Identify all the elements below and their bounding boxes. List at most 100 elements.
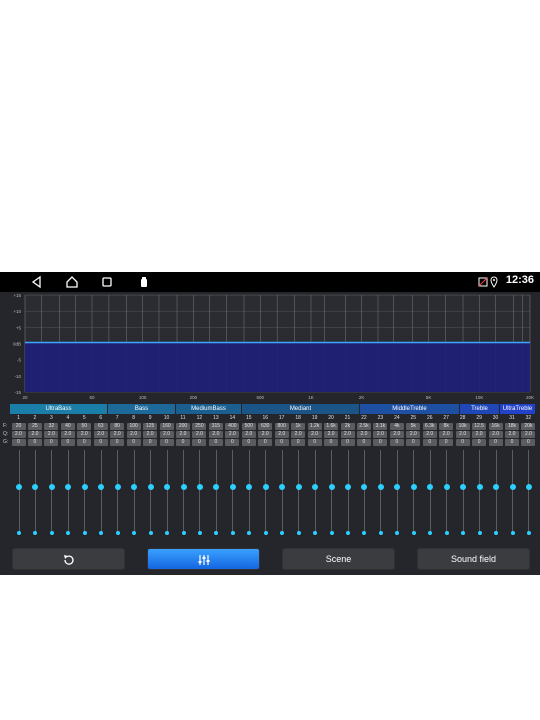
channel-gain[interactable]: 0	[44, 439, 59, 446]
slider-knob[interactable]	[377, 484, 384, 490]
slider-knob[interactable]	[229, 484, 236, 490]
channel-frequency[interactable]: 1.2k	[307, 423, 322, 430]
channel-q[interactable]: 2.0	[208, 431, 223, 438]
channel-frequency[interactable]: 12.5	[472, 423, 487, 430]
channel-frequency[interactable]: 18k	[505, 423, 519, 430]
channel-frequency[interactable]: 5k	[406, 423, 421, 430]
channel-frequency[interactable]: 20	[11, 423, 26, 430]
slider-knob[interactable]	[196, 484, 203, 490]
slider-knob[interactable]	[81, 484, 88, 490]
channel-gain[interactable]: 0	[159, 439, 174, 446]
slider-knob[interactable]	[312, 484, 319, 490]
sound-field-button[interactable]: Sound field	[417, 548, 530, 570]
slider-track[interactable]	[84, 450, 86, 535]
slider-knob[interactable]	[460, 484, 467, 490]
channel-gain[interactable]: 0	[126, 439, 141, 446]
slider-track[interactable]	[67, 450, 69, 535]
slider-track[interactable]	[528, 450, 530, 535]
channel-frequency[interactable]: 500	[241, 423, 256, 430]
slider-track[interactable]	[248, 450, 250, 535]
recent-apps-icon[interactable]	[100, 275, 114, 289]
slider-knob[interactable]	[493, 484, 500, 490]
slider-knob[interactable]	[394, 484, 401, 490]
slider-track[interactable]	[512, 450, 513, 535]
slider-track[interactable]	[117, 450, 119, 535]
channel-gain[interactable]: 0	[389, 439, 404, 446]
channel-gain[interactable]: 0	[176, 439, 190, 446]
channel-gain[interactable]: 0	[472, 439, 487, 446]
channel-q[interactable]: 2.0	[439, 431, 454, 438]
slider-track[interactable]	[495, 450, 497, 535]
channel-q[interactable]: 2.0	[77, 431, 92, 438]
slider-knob[interactable]	[443, 484, 450, 490]
channel-frequency[interactable]: 25	[27, 423, 42, 430]
slider-track[interactable]	[18, 450, 20, 535]
channel-frequency[interactable]: 2.5k	[356, 423, 371, 430]
channel-frequency[interactable]: 100	[126, 423, 141, 430]
channel-gain[interactable]: 0	[11, 439, 26, 446]
channel-gain[interactable]: 0	[455, 439, 470, 446]
back-icon[interactable]	[30, 275, 44, 289]
channel-q[interactable]: 2.0	[356, 431, 371, 438]
channel-gain[interactable]: 0	[373, 439, 388, 446]
channel-gain[interactable]: 0	[93, 439, 108, 446]
channel-q[interactable]: 2.0	[406, 431, 421, 438]
slider-track[interactable]	[281, 450, 283, 535]
channel-q[interactable]: 2.0	[521, 431, 536, 438]
channel-q[interactable]: 2.0	[60, 431, 75, 438]
channel-frequency[interactable]: 50	[77, 423, 92, 430]
slider-knob[interactable]	[295, 484, 302, 490]
channel-frequency[interactable]: 16k	[488, 423, 503, 430]
slider-knob[interactable]	[279, 484, 286, 490]
channel-gain[interactable]: 0	[356, 439, 371, 446]
channel-frequency[interactable]: 800	[274, 423, 289, 430]
scene-button[interactable]: Scene	[282, 548, 395, 570]
channel-q[interactable]: 2.0	[340, 431, 355, 438]
slider-knob[interactable]	[361, 484, 368, 490]
channel-q[interactable]: 2.0	[159, 431, 174, 438]
channel-frequency[interactable]: 4k	[389, 423, 404, 430]
channel-gain[interactable]: 0	[143, 439, 158, 446]
slider-knob[interactable]	[262, 484, 269, 490]
slider-knob[interactable]	[131, 484, 138, 490]
channel-frequency[interactable]: 2k	[340, 423, 355, 430]
channel-frequency[interactable]: 1k	[291, 423, 306, 430]
channel-frequency[interactable]: 80	[110, 423, 125, 430]
slider-knob[interactable]	[525, 484, 532, 490]
slider-track[interactable]	[396, 450, 398, 535]
slider-track[interactable]	[150, 450, 152, 535]
channel-q[interactable]: 2.0	[291, 431, 306, 438]
channel-gain[interactable]: 0	[340, 439, 355, 446]
channel-gain[interactable]: 0	[307, 439, 322, 446]
channel-frequency[interactable]: 6.3k	[422, 423, 437, 430]
channel-gain[interactable]: 0	[406, 439, 421, 446]
channel-q[interactable]: 2.0	[455, 431, 470, 438]
slider-knob[interactable]	[328, 484, 335, 490]
slider-track[interactable]	[232, 450, 234, 535]
slider-track[interactable]	[331, 450, 333, 535]
channel-gain[interactable]: 0	[422, 439, 437, 446]
app-shortcut-icon[interactable]	[137, 275, 151, 289]
slider-knob[interactable]	[213, 484, 220, 490]
slider-knob[interactable]	[16, 484, 22, 490]
slider-track[interactable]	[51, 450, 53, 535]
slider-track[interactable]	[199, 450, 201, 535]
channel-gain[interactable]: 0	[60, 439, 75, 446]
channel-frequency[interactable]: 250	[192, 423, 207, 430]
channel-q[interactable]: 2.0	[176, 431, 190, 438]
slider-knob[interactable]	[32, 484, 39, 490]
slider-track[interactable]	[347, 450, 349, 535]
channel-frequency[interactable]: 20k	[521, 423, 536, 430]
channel-q[interactable]: 2.0	[274, 431, 289, 438]
slider-knob[interactable]	[476, 484, 483, 490]
channel-q[interactable]: 2.0	[389, 431, 404, 438]
channel-q[interactable]: 2.0	[472, 431, 487, 438]
slider-knob[interactable]	[48, 484, 55, 490]
channel-frequency[interactable]: 40	[60, 423, 75, 430]
channel-q[interactable]: 2.0	[225, 431, 240, 438]
channel-gain[interactable]: 0	[505, 439, 519, 446]
channel-frequency[interactable]: 200	[176, 423, 190, 430]
channel-gain[interactable]: 0	[274, 439, 289, 446]
slider-knob[interactable]	[410, 484, 417, 490]
slider-knob[interactable]	[509, 484, 516, 490]
